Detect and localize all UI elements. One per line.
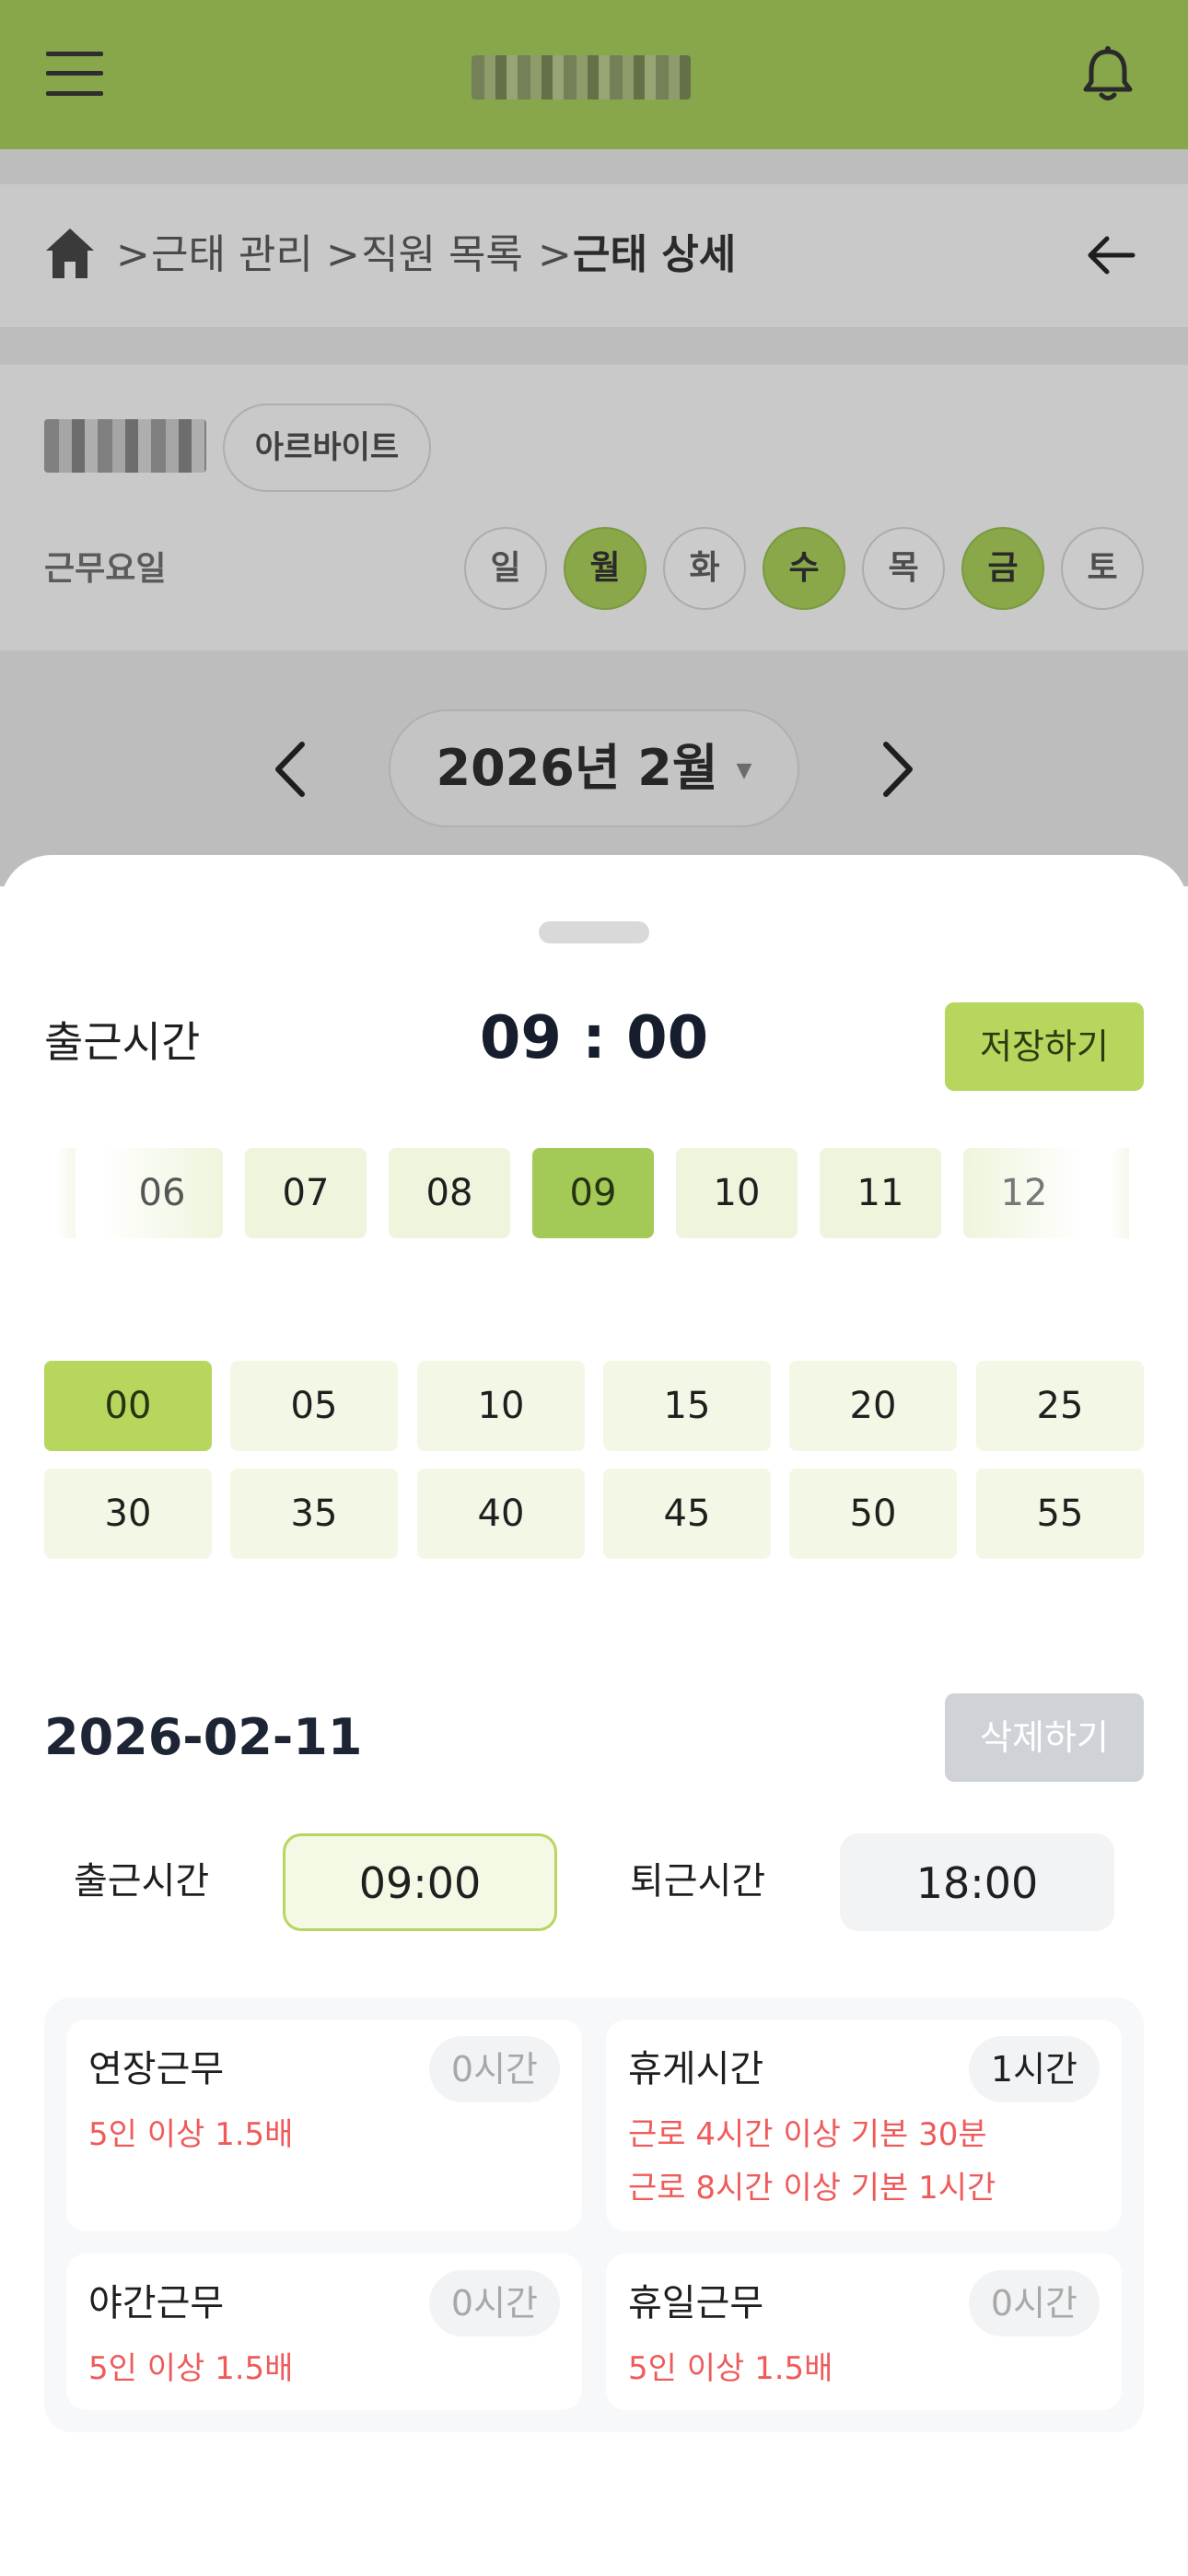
breadcrumb-item-current: 근태 상세 (573, 231, 737, 278)
minute-option[interactable]: 05 (230, 1361, 398, 1451)
workday-thu[interactable]: 목 (862, 527, 945, 610)
minute-option[interactable]: 20 (789, 1361, 957, 1451)
minute-option[interactable]: 10 (417, 1361, 585, 1451)
hour-option[interactable]: 06 (101, 1148, 223, 1238)
hour-option-selected[interactable]: 09 (532, 1148, 654, 1238)
hour-option[interactable]: 12 (963, 1148, 1085, 1238)
hour-option[interactable]: 10 (676, 1148, 798, 1238)
break-note: 근로 8시간 이상 기본 1시간 (628, 2170, 996, 2207)
night-work-hours-badge: 0시간 (428, 2270, 560, 2336)
minute-option[interactable]: 55 (976, 1469, 1144, 1559)
breadcrumb-separator: > (116, 231, 150, 278)
home-icon[interactable] (44, 227, 96, 280)
minute-option[interactable]: 40 (417, 1469, 585, 1559)
month-label: 2026년 2월 (436, 739, 718, 797)
overtime-note: 5인 이상 1.5배 (88, 2116, 294, 2153)
overtime-hours-badge: 0시간 (428, 2036, 560, 2102)
employment-type-badge: 아르바이트 (223, 404, 431, 492)
minute-option[interactable]: 35 (230, 1469, 398, 1559)
break-title: 휴게시간 (628, 2048, 764, 2090)
minute-option[interactable]: 45 (603, 1469, 771, 1559)
delete-button[interactable]: 삭제하기 (945, 1693, 1144, 1782)
workday-wed[interactable]: 수 (763, 527, 845, 610)
hour-scroll-edge (1111, 1148, 1129, 1238)
bell-icon[interactable] (1076, 42, 1140, 107)
break-note: 근로 4시간 이상 기본 30분 (628, 2116, 987, 2153)
hour-scroll-edge (57, 1148, 76, 1238)
workday-sun[interactable]: 일 (464, 527, 547, 610)
back-arrow-icon[interactable] (1085, 232, 1136, 278)
record-date: 2026-02-11 (44, 1708, 363, 1766)
sheet-drag-handle[interactable] (539, 921, 649, 943)
workday-mon[interactable]: 월 (564, 527, 646, 610)
workday-fri[interactable]: 금 (961, 527, 1044, 610)
end-time-field[interactable]: 18:00 (840, 1833, 1114, 1931)
employee-name-blurred (44, 419, 206, 473)
save-button[interactable]: 저장하기 (945, 1002, 1144, 1091)
chevron-right-icon[interactable] (875, 737, 921, 802)
break-hours-badge: 1시간 (968, 2036, 1100, 2102)
picker-current-time: 09 : 00 (479, 1004, 709, 1072)
hour-option[interactable]: 08 (389, 1148, 510, 1238)
chevron-left-icon[interactable] (267, 737, 313, 802)
hour-option[interactable]: 07 (245, 1148, 367, 1238)
workday-tue[interactable]: 화 (663, 527, 746, 610)
breadcrumb-item-attendance[interactable]: 근태 관리 (151, 228, 313, 282)
overtime-title: 연장근무 (88, 2048, 225, 2090)
month-selector[interactable]: 2026년 2월 ▼ (389, 709, 799, 827)
start-time-label: 출근시간 (74, 1860, 210, 1903)
breadcrumb-item-staff-list[interactable]: 직원 목록 (361, 228, 523, 282)
breadcrumb-separator: > (326, 231, 360, 278)
hour-option[interactable]: 11 (820, 1148, 941, 1238)
holiday-work-hours-badge: 0시간 (968, 2270, 1100, 2336)
app-title-blurred (472, 55, 691, 100)
minute-option[interactable]: 50 (789, 1469, 957, 1559)
holiday-work-note: 5인 이상 1.5배 (628, 2350, 833, 2387)
holiday-work-title: 휴일근무 (628, 2282, 764, 2324)
end-time-label: 퇴근시간 (630, 1860, 766, 1903)
minute-option-selected[interactable]: 00 (44, 1361, 212, 1451)
minute-option[interactable]: 25 (976, 1361, 1144, 1451)
picker-label: 출근시간 (44, 1017, 201, 1067)
hamburger-icon[interactable] (46, 52, 103, 96)
workday-sat[interactable]: 토 (1061, 527, 1144, 610)
night-work-note: 5인 이상 1.5배 (88, 2350, 294, 2387)
start-time-field[interactable]: 09:00 (283, 1833, 557, 1931)
night-work-title: 야간근무 (88, 2282, 225, 2324)
caret-down-icon: ▼ (736, 759, 752, 783)
minute-option[interactable]: 15 (603, 1361, 771, 1451)
workdays-label: 근무요일 (44, 550, 167, 588)
breadcrumb-separator: > (538, 231, 572, 278)
minute-option[interactable]: 30 (44, 1469, 212, 1559)
